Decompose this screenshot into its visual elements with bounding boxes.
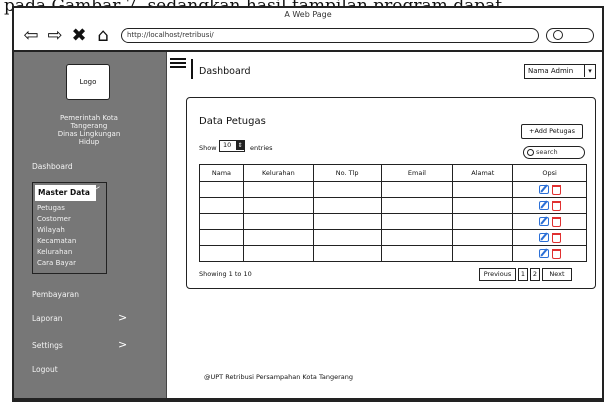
- edit-icon[interactable]: [538, 249, 549, 258]
- sidebar-item-costomer[interactable]: Costomer: [37, 215, 71, 223]
- edit-icon[interactable]: [538, 233, 549, 242]
- petugas-table: Nama Kelurahan No. Tlp Email Alamat Opsi: [199, 164, 587, 262]
- sidebar-item-settings[interactable]: Settings: [32, 341, 63, 350]
- chevron-right-icon[interactable]: >: [118, 338, 127, 351]
- edit-icon[interactable]: [538, 217, 549, 226]
- sidebar-item-logout[interactable]: Logout: [32, 365, 58, 374]
- edit-icon[interactable]: [538, 201, 549, 210]
- column-header: Opsi: [512, 164, 587, 182]
- page-1-button[interactable]: 1: [518, 268, 528, 281]
- table-row: [199, 213, 587, 230]
- main-content: Dashboard Nama Admin ▾ Data Petugas +Add…: [169, 52, 602, 398]
- sidebar-item-kelurahan[interactable]: Kelurahan: [37, 248, 72, 256]
- sidebar-item-wilayah[interactable]: Wilayah: [37, 226, 65, 234]
- search-icon: [553, 30, 563, 40]
- table-row: [199, 181, 587, 198]
- table-row: [199, 229, 587, 246]
- table-row: [199, 197, 587, 214]
- trash-icon[interactable]: [551, 200, 561, 211]
- search-icon: [527, 149, 534, 156]
- browser-toolbar: ⇦ ⇨ ✖ ⌂ http://localhost/retribusi/: [14, 22, 602, 52]
- trash-icon[interactable]: [551, 184, 561, 195]
- previous-page-button[interactable]: Previous: [479, 268, 516, 281]
- home-icon[interactable]: ⌂: [92, 26, 114, 46]
- divider: [191, 59, 193, 79]
- showing-entries-text: Showing 1 to 10: [199, 270, 252, 278]
- browser-search-button[interactable]: [546, 28, 594, 43]
- address-bar[interactable]: http://localhost/retribusi/: [121, 28, 539, 43]
- add-petugas-button[interactable]: +Add Petugas: [521, 124, 583, 139]
- trash-icon[interactable]: [551, 248, 561, 259]
- organization-name: Pemerintah Kota Tangerang Dinas Lingkung…: [57, 114, 121, 146]
- page-2-button[interactable]: 2: [530, 268, 540, 281]
- back-arrow-icon[interactable]: ⇦: [20, 26, 42, 46]
- sidebar-item-cara-bayar[interactable]: Cara Bayar: [37, 259, 76, 267]
- hamburger-menu-icon[interactable]: [170, 58, 186, 70]
- data-petugas-card: Data Petugas +Add Petugas Show 10 ⇕ entr…: [186, 97, 596, 289]
- sidebar-item-kecamatan[interactable]: Kecamatan: [37, 237, 76, 245]
- forward-arrow-icon[interactable]: ⇨: [44, 26, 66, 46]
- chevron-down-icon[interactable]: ﹀: [90, 183, 100, 198]
- card-title: Data Petugas: [199, 116, 266, 127]
- sidebar-item-laporan[interactable]: Laporan: [32, 314, 63, 323]
- browser-window: A Web Page ⇦ ⇨ ✖ ⌂ http://localhost/retr…: [12, 6, 604, 402]
- stepper-icon: ⇕: [236, 141, 244, 150]
- admin-select[interactable]: Nama Admin ▾: [524, 64, 596, 79]
- search-input[interactable]: search: [523, 146, 585, 159]
- column-header: Alamat: [452, 164, 514, 182]
- logo: Logo: [66, 64, 110, 100]
- page-title: Dashboard: [199, 66, 251, 77]
- column-header: No. Tlp: [312, 164, 382, 182]
- window-title: A Web Page: [284, 10, 332, 19]
- trash-icon[interactable]: [551, 216, 561, 227]
- sidebar-item-pembayaran[interactable]: Pembayaran: [32, 290, 79, 299]
- edit-icon[interactable]: [538, 185, 549, 194]
- column-header: Email: [380, 164, 454, 182]
- next-page-button[interactable]: Next: [542, 268, 572, 281]
- footer-text: @UPT Retribusi Persampahan Kota Tangeran…: [204, 373, 353, 381]
- sidebar: Logo Pemerintah Kota Tangerang Dinas Lin…: [14, 52, 167, 398]
- column-header: Kelurahan: [242, 164, 314, 182]
- entries-select[interactable]: 10 ⇕: [219, 140, 245, 152]
- column-header: Nama: [199, 164, 244, 182]
- trash-icon[interactable]: [551, 232, 561, 243]
- status-bar: [14, 398, 602, 400]
- table-row: [199, 245, 587, 262]
- chevron-right-icon[interactable]: >: [118, 311, 127, 324]
- show-label: Show: [199, 144, 217, 152]
- entries-label: entries: [250, 144, 273, 152]
- sidebar-item-master-data[interactable]: Master Data: [35, 185, 96, 201]
- chevron-down-icon: ▾: [584, 65, 595, 77]
- table-header-row: Nama Kelurahan No. Tlp Email Alamat Opsi: [199, 164, 587, 182]
- sidebar-item-petugas[interactable]: Petugas: [37, 204, 65, 212]
- sidebar-item-dashboard[interactable]: Dashboard: [32, 162, 73, 171]
- close-icon[interactable]: ✖: [68, 26, 90, 46]
